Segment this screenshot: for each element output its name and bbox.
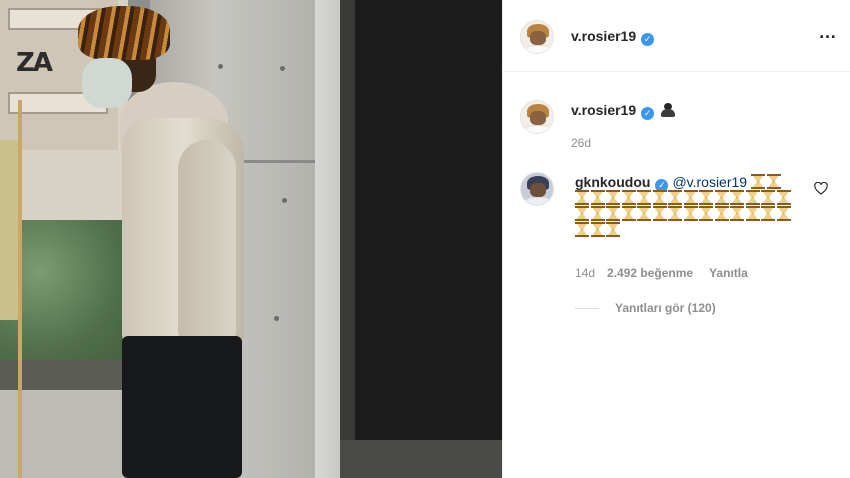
hourglass-emoji-icon <box>683 206 698 221</box>
emoji-row <box>575 190 811 206</box>
author-username[interactable]: v.rosier19 <box>571 28 636 44</box>
hourglass-emoji-icon <box>575 190 589 205</box>
comment-mention-link[interactable]: @v.rosier19 <box>672 174 747 190</box>
hourglass-emoji-icon <box>761 206 775 221</box>
emoji-row <box>575 206 811 222</box>
post-photo[interactable]: ZA <box>0 0 502 478</box>
wall-hole <box>218 64 223 69</box>
hourglass-emoji-icon <box>699 190 713 205</box>
comment-body: gknkoudou ✓ @v.rosier19 <box>575 174 811 238</box>
author-username-line: v.rosier19 ✓ <box>571 28 655 46</box>
wall-hole <box>274 316 279 321</box>
comment-likes[interactable]: 2.492 beğenme <box>607 266 693 280</box>
hourglass-emoji-icon <box>776 206 791 221</box>
emoji-row <box>575 222 811 238</box>
hourglass-emoji-icon <box>575 206 589 221</box>
hourglass-emoji-icon <box>575 222 589 237</box>
clothing-rack <box>18 100 22 478</box>
hourglass-emoji-icon <box>766 174 781 189</box>
hourglass-emoji-icon <box>730 190 744 205</box>
person-pants <box>122 336 242 478</box>
hourglass-emoji-icon <box>621 206 636 221</box>
like-comment-heart-icon[interactable] <box>814 182 828 195</box>
verified-badge-icon: ✓ <box>641 33 655 46</box>
commenter-username[interactable]: gknkoudou <box>575 174 650 190</box>
hourglass-emoji-icon <box>652 190 667 205</box>
view-replies-label[interactable]: Yanıtları gör (120) <box>615 301 716 315</box>
post-header: v.rosier19 ✓ … <box>503 0 850 72</box>
verified-badge-icon: ✓ <box>641 107 655 120</box>
hourglass-emoji-icon <box>590 206 605 221</box>
hourglass-emoji-icon <box>668 190 682 205</box>
hourglass-emoji-icon <box>590 190 605 205</box>
hourglass-emoji-icon <box>637 206 651 221</box>
hourglass-emoji-icon <box>590 222 605 237</box>
hourglass-emoji-icon <box>606 222 620 237</box>
hourglass-emoji-icon <box>776 190 791 205</box>
wall-hole <box>280 66 285 71</box>
hourglass-emoji-icon <box>714 206 729 221</box>
hourglass-emoji-icon <box>683 190 698 205</box>
dark-door <box>355 0 502 478</box>
caption-username[interactable]: v.rosier19 <box>571 102 636 118</box>
person-arm <box>178 140 236 358</box>
hourglass-emoji-icon <box>714 190 729 205</box>
author-avatar[interactable] <box>520 20 554 54</box>
hourglass-emoji-icon <box>745 206 760 221</box>
more-options-icon[interactable]: … <box>817 23 839 45</box>
replies-divider <box>575 308 599 310</box>
comment-first-line: gknkoudou ✓ @v.rosier19 <box>575 174 811 192</box>
post-side-panel: v.rosier19 ✓ … v.rosier19 ✓ 26d gknkoudou ✓… <box>502 0 850 478</box>
wall-hole <box>282 198 287 203</box>
caption-time[interactable]: 26d <box>571 136 591 150</box>
hourglass-emoji-icon <box>652 206 667 221</box>
hourglass-emoji-icon <box>606 206 620 221</box>
caption-line: v.rosier19 ✓ <box>571 102 676 120</box>
door-base <box>340 440 502 478</box>
face-mask <box>82 58 132 108</box>
building-sign: ZA <box>16 48 53 78</box>
commenter-avatar[interactable] <box>520 172 554 206</box>
hourglass-emoji-icon <box>761 190 775 205</box>
comment-time[interactable]: 14d <box>575 266 595 280</box>
comment-meta: 14d 2.492 beğenme Yanıtla <box>575 266 764 280</box>
hourglass-emoji-icon <box>668 206 682 221</box>
hourglass-emoji-icon <box>730 206 744 221</box>
hourglass-emoji-icon <box>751 174 766 189</box>
reply-button[interactable]: Yanıtla <box>709 266 748 280</box>
hourglass-emoji-icon <box>745 190 760 205</box>
hourglass-emoji-icon <box>637 190 651 205</box>
hourglass-emoji-icon <box>699 206 713 221</box>
ninja-emoji-icon <box>661 103 676 117</box>
caption-avatar[interactable] <box>520 100 554 134</box>
hourglass-emoji-icon <box>606 190 620 205</box>
person-hair <box>78 6 170 60</box>
hourglass-emoji-icon <box>621 190 636 205</box>
view-replies[interactable]: Yanıtları gör (120) <box>575 301 716 315</box>
